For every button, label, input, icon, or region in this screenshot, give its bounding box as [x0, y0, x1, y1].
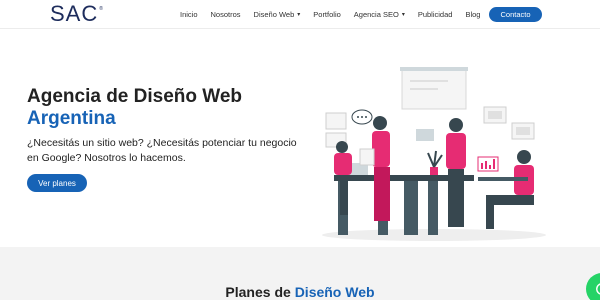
nav-item-label: Inicio: [180, 10, 198, 19]
hero-title: Agencia de Diseño Web: [27, 86, 243, 107]
site-header: SAC ® Inicio Nosotros Diseño Web ▾ Portfo…: [0, 0, 600, 29]
nav-item-portfolio[interactable]: Portfolio: [313, 10, 341, 19]
nav-item-nosotros[interactable]: Nosotros: [211, 10, 241, 19]
nav-item-label: Blog: [465, 10, 481, 19]
team-office-illustration: [322, 67, 546, 241]
nav-item-publicidad[interactable]: Publicidad: [418, 10, 453, 19]
hero-title-highlight: Argentina: [27, 108, 116, 129]
logo[interactable]: SAC ®: [50, 2, 103, 26]
hero-section: Agencia de Diseño Web Argentina ¿Necesit…: [0, 30, 600, 247]
registered-mark: ®: [99, 6, 103, 12]
nav-item-label: Portfolio: [313, 10, 341, 19]
contact-button[interactable]: Contacto: [489, 7, 542, 22]
nav-item-label: Diseño Web: [253, 10, 295, 19]
nav-item-label: Nosotros: [210, 10, 241, 19]
logo-text: SAC: [50, 1, 99, 26]
nav-item-blog[interactable]: Blog: [465, 10, 480, 19]
whatsapp-icon: [596, 283, 600, 295]
nav-item-label: Publicidad: [417, 10, 453, 19]
plans-title-highlight: Diseño Web: [294, 284, 375, 300]
hero-description: ¿Necesitás un sitio web? ¿Necesitás pote…: [27, 137, 297, 164]
nav-item-label: Agencia SEO: [353, 10, 399, 19]
plans-title: Planes de Diseño Web: [0, 284, 600, 300]
nav-item-diseno-web[interactable]: Diseño Web ▾: [254, 10, 301, 19]
nav-item-inicio[interactable]: Inicio: [180, 10, 198, 19]
main-nav: Inicio Nosotros Diseño Web ▾ Portfolio Ag…: [180, 0, 493, 29]
chevron-down-icon: ▾: [297, 12, 301, 18]
chevron-down-icon: ▾: [401, 12, 405, 18]
plans-section: Planes de Diseño Web: [0, 247, 600, 300]
plans-title-prefix: Planes de: [225, 284, 291, 300]
nav-item-agencia-seo[interactable]: Agencia SEO ▾: [354, 10, 405, 19]
view-plans-button[interactable]: Ver planes: [27, 174, 87, 192]
